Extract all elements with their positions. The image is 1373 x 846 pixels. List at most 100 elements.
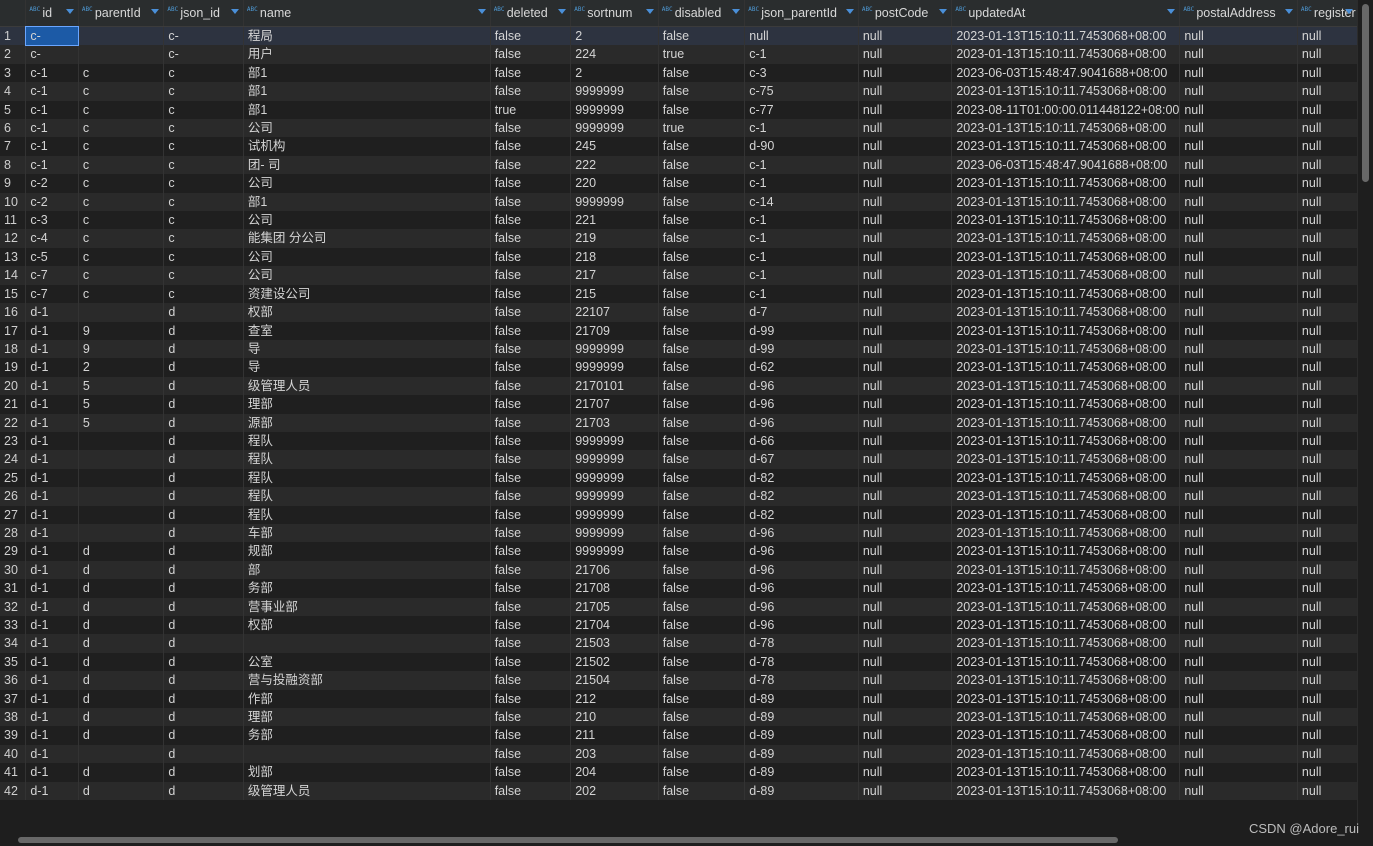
cell-disabled[interactable]: false: [658, 652, 746, 672]
cell-json_parentid[interactable]: d-7: [744, 303, 859, 322]
cell-deleted[interactable]: false: [490, 321, 572, 340]
cell-json_parentid[interactable]: c-1: [744, 45, 859, 64]
cell-id[interactable]: d-1: [25, 523, 79, 543]
vertical-scroll-thumb[interactable]: [1362, 4, 1369, 182]
cell-name[interactable]: 规部: [243, 542, 491, 561]
cell-updatedat[interactable]: 2023-01-13T15:10:11.7453068+08:00: [951, 229, 1181, 248]
cell-sortnum[interactable]: 245: [570, 137, 659, 156]
cell-json_parentid[interactable]: d-82: [744, 505, 859, 524]
cell-postcode[interactable]: null: [858, 339, 953, 359]
cell-json_id[interactable]: d: [163, 708, 244, 727]
cell-updatedat[interactable]: 2023-01-13T15:10:11.7453068+08:00: [951, 266, 1181, 285]
cell-postaladdress[interactable]: null: [1179, 137, 1298, 156]
cell-disabled[interactable]: false: [658, 763, 746, 782]
column-header-disabled[interactable]: ABC disabled: [658, 0, 746, 27]
cell-parentid[interactable]: d: [78, 726, 165, 745]
cell-updatedat[interactable]: 2023-01-13T15:10:11.7453068+08:00: [951, 744, 1181, 764]
cell-parentid[interactable]: [78, 450, 165, 469]
cell-parentid[interactable]: d: [78, 763, 165, 782]
cell-json_parentid[interactable]: c-77: [744, 100, 859, 120]
cell-sortnum[interactable]: 9999999: [570, 339, 659, 359]
sort-dropdown-icon[interactable]: [732, 9, 741, 14]
cell-parentid[interactable]: d: [78, 652, 165, 672]
cell-name[interactable]: 公司: [243, 247, 491, 267]
cell-id[interactable]: c-2: [25, 192, 79, 212]
cell-postaladdress[interactable]: null: [1179, 82, 1298, 101]
cell-deleted[interactable]: false: [490, 266, 572, 285]
cell-register[interactable]: null: [1297, 505, 1358, 524]
sort-dropdown-icon[interactable]: [1167, 9, 1176, 14]
cell-parentid[interactable]: d: [78, 560, 165, 580]
cell-sortnum[interactable]: 9999999: [570, 100, 659, 120]
cell-postcode[interactable]: null: [858, 505, 953, 524]
cell-id[interactable]: d-1: [25, 781, 79, 801]
cell-id[interactable]: c-: [24, 25, 80, 47]
cell-updatedat[interactable]: 2023-01-13T15:10:11.7453068+08:00: [951, 284, 1181, 304]
cell-name[interactable]: 理部: [243, 395, 491, 414]
cell-postaladdress[interactable]: null: [1179, 689, 1298, 709]
cell-register[interactable]: null: [1297, 119, 1358, 138]
cell-json_parentid[interactable]: d-89: [744, 781, 859, 801]
cell-id[interactable]: d-1: [25, 689, 79, 709]
cell-name[interactable]: 查室: [243, 321, 491, 340]
cell-sortnum[interactable]: 217: [570, 266, 659, 285]
cell-id[interactable]: c-1: [25, 100, 79, 120]
cell-updatedat[interactable]: 2023-01-13T15:10:11.7453068+08:00: [951, 560, 1181, 580]
cell-name[interactable]: 程局: [243, 26, 491, 46]
cell-register[interactable]: null: [1297, 652, 1358, 672]
cell-json_id[interactable]: c: [163, 192, 244, 212]
cell-postaladdress[interactable]: null: [1179, 45, 1298, 64]
column-header-id[interactable]: ABC id: [25, 0, 79, 27]
cell-disabled[interactable]: false: [658, 137, 746, 156]
table-row[interactable]: 40 d-1 d false 203 false d-89 null 2023-01-13T15…: [0, 744, 1358, 764]
cell-postcode[interactable]: null: [858, 413, 953, 432]
table-row[interactable]: 4 c-1 c c 部1 false 9999999 false c-75 null 2023-01…: [0, 82, 1358, 101]
cell-parentid[interactable]: c: [78, 82, 165, 101]
cell-updatedat[interactable]: 2023-01-13T15:10:11.7453068+08:00: [951, 634, 1181, 653]
table-row[interactable]: 14 c-7 c c 公司 false 217 false c-1 null 2023-01-13T…: [0, 266, 1358, 285]
cell-deleted[interactable]: false: [490, 211, 572, 230]
cell-postaladdress[interactable]: null: [1179, 634, 1298, 653]
cell-name[interactable]: [243, 634, 491, 653]
table-row[interactable]: 22 d-1 5 d 源部 false 21703 false d-96 null 2023-01-…: [0, 413, 1358, 432]
cell-sortnum[interactable]: 9999999: [570, 431, 659, 451]
cell-postcode[interactable]: null: [858, 82, 953, 101]
cell-postcode[interactable]: null: [858, 523, 953, 543]
cell-json_id[interactable]: d: [163, 358, 244, 377]
cell-postcode[interactable]: null: [858, 63, 953, 83]
cell-postaladdress[interactable]: null: [1179, 229, 1298, 248]
cell-id[interactable]: d-1: [25, 560, 79, 580]
sort-dropdown-icon[interactable]: [1345, 9, 1353, 14]
cell-json_parentid[interactable]: d-96: [744, 579, 859, 598]
cell-register[interactable]: null: [1297, 431, 1358, 451]
cell-sortnum[interactable]: 204: [570, 763, 659, 782]
cell-disabled[interactable]: false: [658, 63, 746, 83]
cell-updatedat[interactable]: 2023-01-13T15:10:11.7453068+08:00: [951, 726, 1181, 745]
cell-disabled[interactable]: false: [658, 487, 746, 506]
cell-postaladdress[interactable]: null: [1179, 726, 1298, 745]
cell-register[interactable]: null: [1297, 174, 1358, 193]
cell-name[interactable]: 部1: [243, 100, 491, 120]
table-row[interactable]: 27 d-1 d 程队 false 9999999 false d-82 null 2023-01…: [0, 505, 1358, 524]
cell-name[interactable]: 程队: [243, 487, 491, 506]
cell-name[interactable]: 试机构: [243, 137, 491, 156]
cell-json_id[interactable]: c: [163, 155, 244, 175]
cell-postaladdress[interactable]: null: [1179, 358, 1298, 377]
cell-disabled[interactable]: false: [658, 450, 746, 469]
cell-json_parentid[interactable]: d-96: [744, 616, 859, 635]
cell-postaladdress[interactable]: null: [1179, 597, 1298, 616]
cell-postcode[interactable]: null: [858, 726, 953, 745]
cell-updatedat[interactable]: 2023-06-03T15:48:47.9041688+08:00: [951, 63, 1181, 83]
cell-id[interactable]: c-2: [25, 174, 79, 193]
cell-updatedat[interactable]: 2023-01-13T15:10:11.7453068+08:00: [951, 579, 1181, 598]
cell-disabled[interactable]: false: [658, 100, 746, 120]
cell-sortnum[interactable]: 218: [570, 247, 659, 267]
cell-parentid[interactable]: c: [78, 174, 165, 193]
cell-updatedat[interactable]: 2023-06-03T15:48:47.9041688+08:00: [951, 155, 1181, 175]
cell-postcode[interactable]: null: [858, 174, 953, 193]
cell-parentid[interactable]: [78, 505, 165, 524]
cell-postcode[interactable]: null: [858, 137, 953, 156]
cell-deleted[interactable]: false: [490, 431, 572, 451]
cell-json_parentid[interactable]: d-89: [744, 726, 859, 745]
cell-json_parentid[interactable]: d-89: [744, 744, 859, 764]
